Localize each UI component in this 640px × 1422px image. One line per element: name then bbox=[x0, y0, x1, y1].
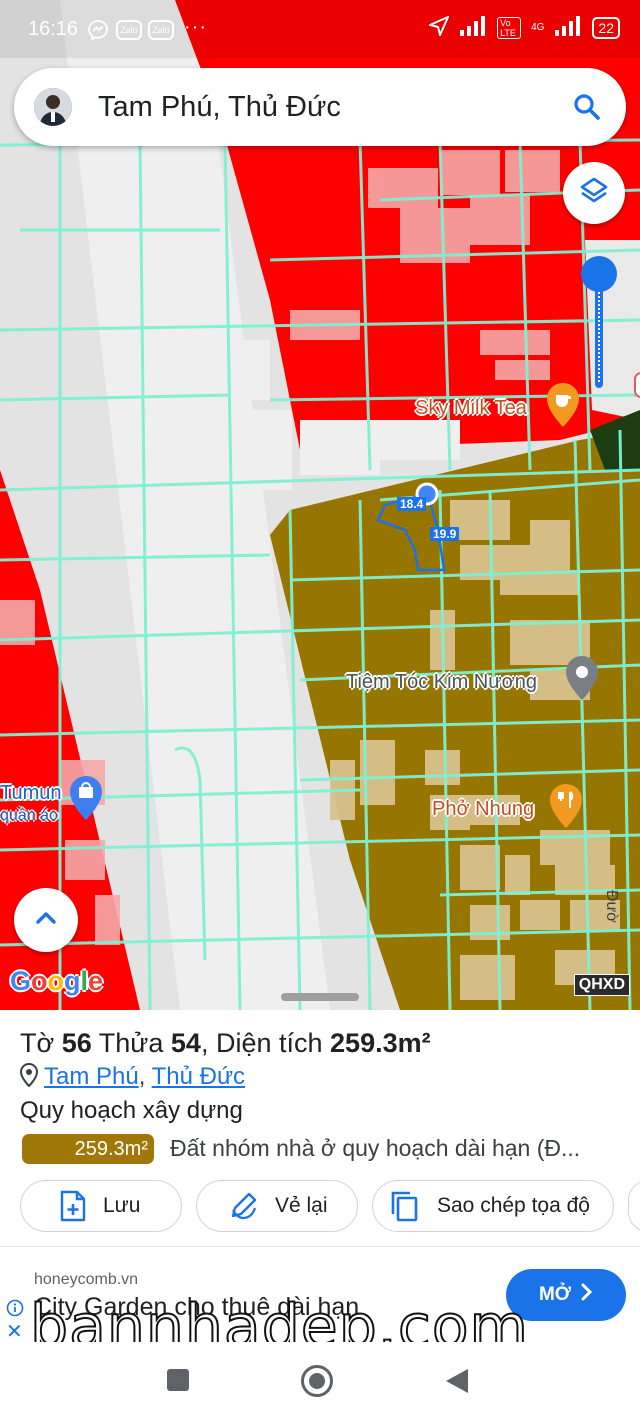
restaurant-pin-icon[interactable] bbox=[550, 784, 582, 833]
ward-link[interactable]: Tam Phú bbox=[44, 1063, 139, 1090]
ad-domain: honeycomb.vn bbox=[34, 1271, 139, 1288]
copy-coordinates-label: Sao chép tọa độ bbox=[437, 1194, 590, 1217]
zoom-slider-handle[interactable] bbox=[581, 256, 617, 292]
copy-coordinates-button[interactable]: Sao chép tọa độ bbox=[372, 1180, 614, 1232]
chevron-up-icon bbox=[33, 905, 59, 936]
to-label: Tờ bbox=[20, 1028, 55, 1058]
area-value: 259.3m² bbox=[330, 1028, 431, 1058]
battery-indicator: 22 bbox=[592, 16, 620, 39]
poi-tumun[interactable]: Tumun bbox=[0, 782, 62, 805]
thua-label: Thửa bbox=[98, 1028, 164, 1058]
google-logo: Google bbox=[10, 966, 103, 997]
zone-description[interactable]: Đất nhóm nhà ở quy hoạch dài hạn (Đ... bbox=[170, 1135, 630, 1162]
status-right: Vo LTE 4G 22 bbox=[427, 15, 620, 39]
google-letter: g bbox=[64, 966, 81, 996]
system-nav-bar bbox=[0, 1342, 640, 1422]
save-button-label: Lưu bbox=[103, 1194, 141, 1217]
poi-sky-milk-tea[interactable]: Sky Milk Tea bbox=[415, 397, 527, 420]
zoom-slider[interactable] bbox=[581, 256, 617, 388]
expand-up-button[interactable] bbox=[14, 888, 78, 952]
google-letter: o bbox=[47, 966, 65, 996]
search-icon[interactable] bbox=[572, 92, 602, 127]
status-time: 16:16 bbox=[28, 18, 79, 40]
back-button[interactable] bbox=[444, 1368, 470, 1399]
volte-icon: Vo LTE bbox=[497, 16, 522, 39]
parcel-title: Tờ 56 Thửa 54, Diện tích 259.3m² bbox=[20, 1028, 431, 1059]
parcel-location: Tam Phú, Thủ Đức bbox=[19, 1062, 245, 1094]
district-link[interactable]: Thủ Đức bbox=[152, 1063, 245, 1090]
map-view[interactable]: 18.4 19.9 Sky Milk Tea Tiệm Tóc Kim Nươn… bbox=[0, 0, 640, 1010]
zone-title: Quy hoạch xây dựng bbox=[20, 1097, 243, 1124]
save-button[interactable]: Lưu bbox=[20, 1180, 182, 1232]
google-letter: e bbox=[88, 966, 104, 996]
status-bar: 16:16 Zalo Zalo ··· Vo LTE 4G 22 bbox=[0, 0, 640, 58]
file-add-icon bbox=[59, 1190, 87, 1222]
place-pin-icon[interactable] bbox=[566, 656, 598, 705]
zalo-icon: Zalo bbox=[148, 20, 174, 40]
recents-button[interactable] bbox=[166, 1368, 190, 1397]
location-arrow-icon bbox=[427, 15, 451, 39]
layer-badge: QHXD bbox=[573, 974, 630, 996]
poi-pho-nhung[interactable]: Phở Nhung bbox=[432, 798, 534, 821]
search-title[interactable]: Tam Phú, Thủ Đức bbox=[98, 91, 341, 124]
ad-open-label: MỞ bbox=[538, 1284, 572, 1305]
copy-icon bbox=[389, 1190, 419, 1222]
poi-tiem-toc-kim-nuong[interactable]: Tiệm Tóc Kim Nương bbox=[346, 671, 537, 694]
layers-button[interactable] bbox=[563, 162, 625, 224]
map-canvas[interactable] bbox=[0, 0, 640, 1010]
map-edge-marker bbox=[634, 372, 640, 398]
measurement-label: 19.9 bbox=[430, 527, 460, 541]
redraw-button[interactable]: Vẻ lại bbox=[196, 1180, 358, 1232]
draw-icon bbox=[227, 1190, 259, 1222]
layers-icon bbox=[578, 175, 610, 212]
parcel-info-sheet: Tờ 56 Thửa 54, Diện tích 259.3m² Tam Phú… bbox=[0, 1010, 640, 1246]
google-letter: G bbox=[10, 966, 32, 996]
google-letter: l bbox=[80, 966, 89, 996]
shopping-pin-icon[interactable] bbox=[70, 776, 102, 825]
zoom-slider-dots bbox=[598, 292, 600, 382]
thua-value: 54 bbox=[170, 1028, 201, 1058]
avatar[interactable] bbox=[34, 88, 72, 126]
chevron-right-icon bbox=[581, 1283, 593, 1307]
signal-icon bbox=[459, 16, 487, 39]
redraw-button-label: Vẻ lại bbox=[275, 1194, 328, 1217]
more-dots-icon: ··· bbox=[184, 16, 207, 38]
location-separator: , bbox=[138, 1063, 146, 1090]
cafe-pin-icon[interactable] bbox=[547, 383, 579, 432]
measurement-label: 18.4 bbox=[397, 497, 427, 511]
search-bar[interactable]: Tam Phú, Thủ Đức bbox=[14, 68, 626, 146]
more-actions-chip[interactable] bbox=[628, 1180, 640, 1232]
zalo-icon: Zalo bbox=[116, 20, 142, 40]
network-type: 4G bbox=[531, 22, 545, 33]
poi-tumun-category: quần áo bbox=[0, 807, 58, 824]
home-button[interactable] bbox=[300, 1364, 334, 1403]
sheet-drag-handle[interactable] bbox=[281, 993, 359, 1001]
area-label: , Diện tích bbox=[200, 1028, 323, 1058]
signal-icon bbox=[554, 16, 582, 39]
location-pin-icon bbox=[19, 1062, 39, 1094]
to-value: 56 bbox=[61, 1028, 92, 1058]
google-letter: o bbox=[31, 966, 48, 996]
messenger-icon bbox=[88, 20, 108, 45]
ad-close-icon[interactable]: ✕ bbox=[6, 1319, 23, 1344]
street-label: Đườ bbox=[603, 890, 620, 923]
zone-area-badge: 259.3m² bbox=[22, 1134, 154, 1164]
